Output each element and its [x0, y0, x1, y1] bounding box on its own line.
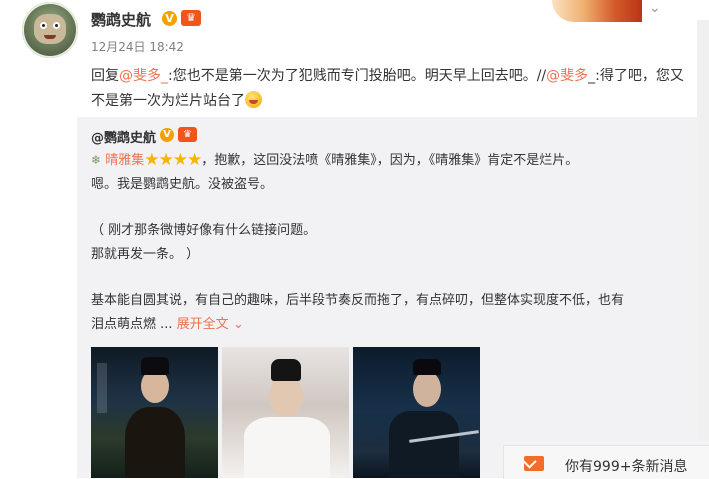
post-username[interactable]: 鹦鹉史航: [91, 9, 151, 30]
avatar-eye-right: [53, 22, 60, 29]
repost-line5: 基本能自圆其说，有自己的趣味，后半段节奏反而拖了，有点碎叨，但整体实现度不低，也…: [91, 293, 625, 308]
reply-prefix: 回复: [91, 68, 119, 84]
reply-body: :您也不是第一次为了犯贱而专门投胎吧。明天早上回去吧。//: [168, 68, 547, 84]
repost-line3: （ 刚才那条微博好像有什么链接问题。: [91, 223, 317, 238]
rating-stars-icon: ★★★★: [144, 150, 202, 170]
repost-line2: 嗯。我是鹦鹉史航。没被盗号。: [91, 177, 274, 192]
photo-thumbnail[interactable]: [91, 347, 218, 478]
emoji-icon: [245, 91, 262, 108]
message-count-text[interactable]: 你有999+条新消息: [565, 456, 687, 476]
figure-head: [269, 375, 303, 417]
mention-link[interactable]: @斐多_: [119, 68, 168, 84]
figure-hat: [271, 359, 301, 381]
repost-username[interactable]: @鹦鹉史航: [91, 127, 156, 146]
photo-thumbnail[interactable]: [222, 347, 349, 478]
post-time[interactable]: 12月24日 18:42: [91, 38, 184, 55]
figure-hat: [141, 357, 169, 375]
figure-body: [125, 407, 185, 478]
envelope-icon: [524, 456, 544, 471]
chevron-down-icon[interactable]: ⌄: [649, 0, 667, 18]
location-icon: ❄: [91, 153, 102, 167]
crown-badge-icon: ♛: [181, 10, 201, 26]
header-decoration: [552, 0, 642, 22]
figure-body: [244, 417, 330, 478]
poster-title-block: [97, 363, 107, 413]
repost-line1: ，抱歉，这回没法喷《晴雅集》，因为，《晴雅集》肯定不是烂片。: [201, 153, 579, 168]
photo-thumbnail[interactable]: [353, 347, 480, 478]
avatar-eye-left: [40, 22, 47, 29]
expand-label: 展开全文: [176, 317, 229, 332]
verified-badge-icon: V: [160, 128, 174, 142]
poi-link[interactable]: 晴雅集: [105, 153, 144, 168]
scrollbar[interactable]: [697, 20, 709, 440]
chevron-down-icon: ⌄: [232, 317, 244, 332]
mention-link-2[interactable]: @斐多: [546, 68, 588, 84]
avatar[interactable]: [22, 2, 78, 58]
crown-badge-icon: ♛: [178, 127, 197, 142]
figure-hat: [413, 359, 441, 375]
avatar-face: [34, 14, 66, 44]
figure-head: [413, 371, 441, 407]
repost-line6: 泪点萌点燃 ...: [91, 317, 173, 332]
repost-line4: 那就再发一条。 ）: [91, 247, 200, 262]
figure-body: [389, 411, 459, 478]
repost-text: ❄ 晴雅集★★★★，抱歉，这回没法喷《晴雅集》，因为，《晴雅集》肯定不是烂片。 …: [91, 148, 691, 337]
expand-full-text-link[interactable]: 展开全文 ⌄: [177, 317, 244, 332]
post-text: 回复@斐多_:您也不是第一次为了犯贱而专门投胎吧。明天早上回去吧。//@斐多_:…: [91, 64, 697, 114]
verified-badge-icon: V: [162, 11, 177, 26]
